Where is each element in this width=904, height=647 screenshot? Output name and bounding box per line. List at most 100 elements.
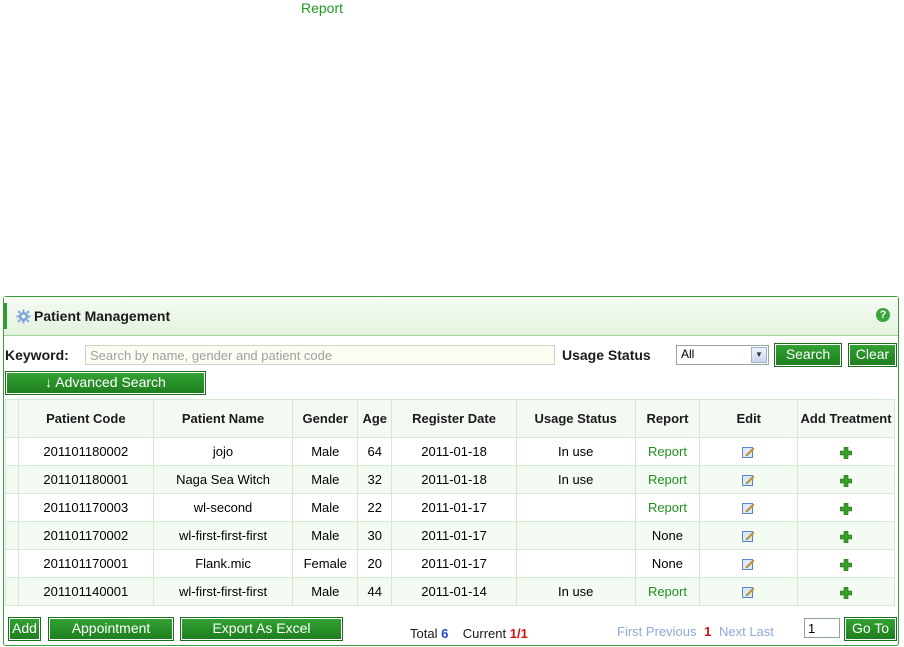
keyword-input[interactable] — [85, 345, 555, 365]
patient-code-text: 201101180002 — [43, 444, 129, 459]
total-label: Total — [410, 626, 438, 641]
export-excel-button[interactable]: Export As Excel — [180, 617, 343, 641]
plus-icon[interactable] — [839, 474, 853, 487]
patient-code-text: 201101140001 — [43, 584, 129, 599]
age-text: 22 — [367, 500, 382, 515]
header-age: Age — [357, 399, 393, 438]
edit-cell[interactable] — [699, 437, 799, 466]
header-usage-status: Usage Status — [515, 399, 636, 438]
gear-icon — [15, 308, 31, 324]
register-date-text: 2011-01-14 — [421, 584, 487, 599]
table-row: 201101170003 wl-second Male 22 2011-01-17 Rep… — [5, 493, 895, 522]
gender-text: Female — [303, 556, 347, 571]
chevron-down-icon[interactable]: ▼ — [751, 347, 767, 363]
header-edit: Edit — [699, 399, 799, 438]
edit-icon[interactable] — [742, 502, 755, 515]
report-cell[interactable]: Report — [634, 493, 701, 522]
patient-name-cell: jojo — [152, 437, 294, 466]
plus-icon[interactable] — [839, 530, 853, 543]
header-accent-bar — [3, 303, 7, 329]
edit-icon[interactable] — [742, 530, 755, 543]
row-spacer-cell — [5, 521, 19, 550]
edit-cell[interactable] — [699, 549, 799, 578]
table-header-row: Patient Code Patient Name Gender Age Reg… — [5, 399, 895, 438]
report-text[interactable]: Report — [648, 444, 687, 459]
patient-code-cell: 201101180002 — [17, 437, 154, 466]
page-number-link[interactable]: 1 — [704, 624, 711, 639]
edit-icon[interactable] — [742, 474, 755, 487]
appointment-button[interactable]: Appointment — [48, 617, 174, 641]
report-cell[interactable]: Report — [634, 437, 701, 466]
edit-icon[interactable] — [742, 558, 755, 571]
add-treatment-cell[interactable] — [797, 577, 895, 606]
plus-icon[interactable] — [839, 502, 853, 515]
edit-cell[interactable] — [699, 577, 799, 606]
record-totals: Total 6 Current 1/1 — [410, 626, 528, 641]
header-report: Report — [634, 399, 701, 438]
add-treatment-cell[interactable] — [797, 437, 895, 466]
report-text[interactable]: Report — [648, 584, 687, 599]
panel-header: Patient Management ? — [3, 297, 898, 336]
register-date-text: 2011-01-17 — [421, 528, 487, 543]
age-cell: 20 — [357, 549, 393, 578]
report-text[interactable]: Report — [648, 472, 687, 487]
header-add-treatment: Add Treatment — [797, 399, 895, 438]
report-text[interactable]: Report — [648, 500, 687, 515]
next-page-link[interactable]: Next — [719, 624, 746, 639]
patient-name-text: Flank.mic — [195, 556, 251, 571]
page-number-input[interactable] — [804, 618, 840, 638]
panel-title: Patient Management — [34, 308, 171, 324]
patient-code-cell: 201101170002 — [17, 521, 154, 550]
clear-button[interactable]: Clear — [848, 343, 897, 367]
plus-icon[interactable] — [839, 586, 853, 599]
age-text: 20 — [367, 556, 382, 571]
header-gender: Gender — [292, 399, 359, 438]
row-spacer-cell — [5, 465, 19, 494]
add-treatment-cell[interactable] — [797, 549, 895, 578]
top-report-link[interactable]: Report — [301, 0, 343, 16]
header-patient-code: Patient Code — [17, 399, 154, 438]
gender-text: Male — [311, 500, 340, 515]
add-treatment-cell[interactable] — [797, 521, 895, 550]
register-date-text: 2011-01-18 — [421, 444, 487, 459]
report-cell[interactable]: Report — [634, 577, 701, 606]
patient-name-text: wl-second — [193, 500, 253, 515]
register-date-cell: 2011-01-18 — [391, 465, 517, 494]
usage-status-cell: In use — [515, 577, 636, 606]
usage-status-select[interactable]: All ▼ — [676, 345, 769, 365]
plus-icon[interactable] — [839, 558, 853, 571]
edit-cell[interactable] — [699, 465, 799, 494]
edit-icon[interactable] — [742, 586, 755, 599]
add-treatment-cell[interactable] — [797, 493, 895, 522]
table-row: 201101180002 jojo Male 64 2011-01-18 In use Re… — [5, 437, 895, 466]
patient-name-cell: Flank.mic — [152, 549, 294, 578]
last-page-link[interactable]: Last — [749, 624, 774, 639]
patient-code-cell: 201101170003 — [17, 493, 154, 522]
first-page-link[interactable]: First — [617, 624, 642, 639]
plus-icon[interactable] — [839, 446, 853, 459]
advanced-search-button[interactable]: ↓ Advanced Search — [5, 371, 206, 395]
gender-cell: Male — [292, 493, 359, 522]
usage-status-cell — [515, 549, 636, 578]
patient-name-text: jojo — [212, 444, 234, 459]
edit-cell[interactable] — [699, 493, 799, 522]
table-row: 201101170001 Flank.mic Female 20 2011-01-17 N… — [5, 549, 895, 578]
go-to-button[interactable]: Go To — [844, 617, 897, 641]
previous-page-link[interactable]: Previous — [646, 624, 697, 639]
age-cell: 32 — [357, 465, 393, 494]
search-button[interactable]: Search — [774, 343, 842, 367]
report-text: None — [651, 556, 683, 571]
register-date-cell: 2011-01-14 — [391, 577, 517, 606]
gender-text: Male — [311, 472, 340, 487]
add-treatment-cell[interactable] — [797, 465, 895, 494]
age-text: 64 — [367, 444, 382, 459]
patient-code-text: 201101180001 — [43, 472, 129, 487]
edit-icon[interactable] — [742, 446, 755, 459]
add-button[interactable]: Add — [8, 617, 41, 641]
register-date-text: 2011-01-17 — [421, 500, 487, 515]
register-date-cell: 2011-01-17 — [391, 493, 517, 522]
help-icon[interactable]: ? — [876, 308, 890, 322]
age-cell: 30 — [357, 521, 393, 550]
edit-cell[interactable] — [699, 521, 799, 550]
report-cell[interactable]: Report — [634, 465, 701, 494]
